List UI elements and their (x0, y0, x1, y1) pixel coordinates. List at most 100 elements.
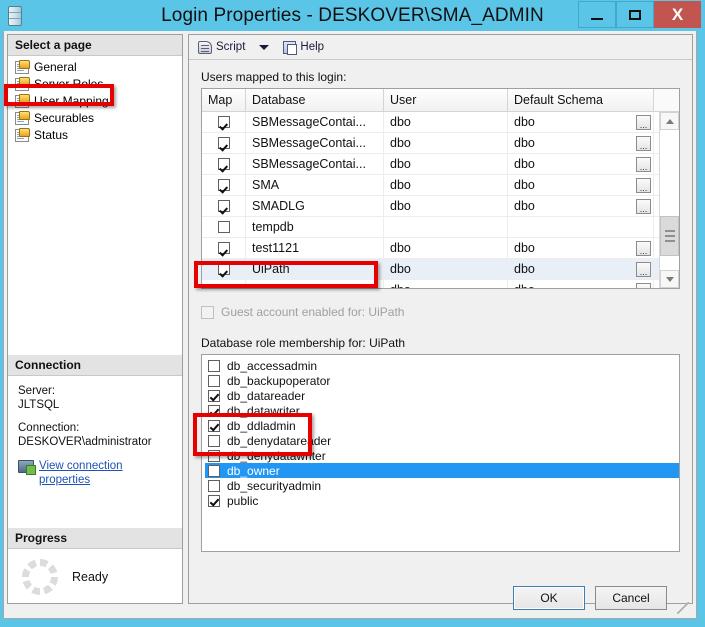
resize-grip[interactable] (677, 602, 689, 614)
table-row[interactable]: UiPathPlatformdbodbo... (202, 279, 679, 288)
user-cell[interactable] (384, 216, 508, 238)
table-row[interactable]: SBMessageContai... dbo dbo... (202, 132, 679, 154)
default-schema-cell[interactable]: dbo... (508, 174, 654, 196)
role-list-item[interactable]: db_datawriter (205, 403, 679, 418)
role-list-item[interactable]: db_backupoperator (205, 373, 679, 388)
schema-browse-button[interactable]: ... (636, 240, 651, 256)
database-cell[interactable]: test1121 (246, 237, 384, 259)
user-cell[interactable]: dbo (384, 153, 508, 175)
map-checkbox-cell[interactable] (202, 153, 246, 175)
role-list-item[interactable]: db_denydatawriter (205, 448, 679, 463)
role-list-item[interactable]: db_owner (205, 463, 679, 478)
table-row[interactable]: test1121 dbo dbo... (202, 237, 679, 259)
user-cell[interactable]: dbo (384, 237, 508, 259)
role-list-item[interactable]: db_ddladmin (205, 418, 679, 433)
database-cell[interactable]: SBMessageContai... (246, 112, 384, 133)
user-cell[interactable]: dbo (384, 174, 508, 196)
view-connection-properties-link[interactable]: View connection properties (39, 459, 157, 487)
map-checkbox[interactable] (217, 200, 230, 212)
map-checkbox[interactable] (217, 221, 230, 233)
map-checkbox[interactable] (217, 116, 230, 128)
scroll-up-icon[interactable] (660, 112, 679, 130)
sidebar-item-user-mapping[interactable]: User Mapping (8, 93, 182, 109)
user-cell[interactable]: dbo (384, 195, 508, 217)
role-checkbox[interactable] (208, 359, 220, 372)
map-checkbox[interactable] (217, 263, 230, 275)
map-checkbox[interactable] (217, 137, 230, 149)
map-checkbox[interactable] (217, 158, 230, 170)
schema-browse-button[interactable]: ... (636, 114, 651, 130)
column-header-database[interactable]: Database (246, 89, 384, 111)
default-schema-cell[interactable]: dbo... (508, 237, 654, 259)
close-button[interactable]: X (654, 1, 701, 28)
role-checkbox[interactable] (208, 479, 220, 492)
schema-browse-button[interactable]: ... (636, 261, 651, 277)
default-schema-cell[interactable]: dbo... (508, 258, 654, 280)
minimize-button[interactable] (578, 1, 616, 28)
database-cell[interactable]: SMA (246, 174, 384, 196)
ok-button[interactable]: OK (513, 586, 585, 610)
role-checkbox[interactable] (208, 494, 220, 507)
table-row[interactable]: SBMessageContai... dbo dbo... (202, 153, 679, 175)
user-cell[interactable]: dbo (384, 258, 508, 280)
script-button[interactable]: Script (195, 40, 248, 55)
help-button[interactable]: Help (280, 40, 327, 55)
role-checkbox[interactable] (208, 404, 220, 417)
column-header-default-schema[interactable]: Default Schema (508, 89, 654, 111)
role-list-item[interactable]: db_securityadmin (205, 478, 679, 493)
map-checkbox-cell[interactable] (202, 279, 246, 288)
scroll-down-icon[interactable] (660, 270, 679, 288)
role-checkbox[interactable] (208, 464, 220, 477)
table-row[interactable]: SMADLG dbo dbo... (202, 195, 679, 217)
database-role-membership-list[interactable]: db_accessadmin db_backupoperator db_datare… (201, 354, 680, 552)
column-header-map[interactable]: Map (202, 89, 246, 111)
user-cell[interactable]: dbo (384, 112, 508, 133)
default-schema-cell[interactable]: dbo... (508, 279, 654, 288)
sidebar-item-status[interactable]: Status (8, 127, 182, 143)
map-checkbox[interactable] (217, 179, 230, 191)
map-checkbox[interactable] (217, 242, 230, 254)
schema-browse-button[interactable]: ... (636, 282, 651, 288)
role-checkbox[interactable] (208, 434, 220, 447)
database-cell[interactable]: tempdb (246, 216, 384, 238)
chevron-down-icon[interactable] (259, 44, 270, 50)
sidebar-item-securables[interactable]: Securables (8, 110, 182, 126)
role-list-item[interactable]: db_accessadmin (205, 358, 679, 373)
default-schema-cell[interactable]: dbo... (508, 195, 654, 217)
user-cell[interactable]: dbo (384, 279, 508, 288)
sidebar-item-general[interactable]: General (8, 59, 182, 75)
schema-browse-button[interactable]: ... (636, 156, 651, 172)
schema-browse-button[interactable]: ... (636, 198, 651, 214)
role-checkbox[interactable] (208, 449, 220, 462)
map-checkbox-cell[interactable] (202, 112, 246, 133)
column-header-user[interactable]: User (384, 89, 508, 111)
table-row[interactable]: SBMessageContai... dbo dbo... (202, 112, 679, 133)
database-cell[interactable]: SMADLG (246, 195, 384, 217)
database-cell[interactable]: SBMessageContai... (246, 132, 384, 154)
table-row[interactable]: UiPath dbo dbo... (202, 258, 679, 280)
database-cell[interactable]: UiPathPlatform (246, 279, 384, 288)
map-checkbox[interactable] (217, 284, 230, 288)
table-row[interactable]: SMA dbo dbo... (202, 174, 679, 196)
role-checkbox[interactable] (208, 389, 220, 402)
role-checkbox[interactable] (208, 374, 220, 387)
database-cell[interactable]: SBMessageContai... (246, 153, 384, 175)
map-checkbox-cell[interactable] (202, 237, 246, 259)
cancel-button[interactable]: Cancel (595, 586, 667, 610)
role-list-item[interactable]: public (205, 493, 679, 508)
maximize-button[interactable] (616, 1, 654, 28)
role-list-item[interactable]: db_datareader (205, 388, 679, 403)
default-schema-cell[interactable]: dbo... (508, 132, 654, 154)
map-checkbox-cell[interactable] (202, 216, 246, 238)
table-row[interactable]: tempdb (202, 216, 679, 238)
view-connection-properties-row[interactable]: View connection properties (18, 459, 174, 487)
schema-browse-button[interactable]: ... (636, 177, 651, 193)
grid-scrollbar[interactable] (659, 112, 679, 288)
default-schema-cell[interactable]: dbo... (508, 112, 654, 133)
schema-browse-button[interactable]: ... (636, 135, 651, 151)
scroll-thumb[interactable] (660, 216, 679, 256)
user-cell[interactable]: dbo (384, 132, 508, 154)
map-checkbox-cell[interactable] (202, 258, 246, 280)
map-checkbox-cell[interactable] (202, 195, 246, 217)
map-checkbox-cell[interactable] (202, 174, 246, 196)
